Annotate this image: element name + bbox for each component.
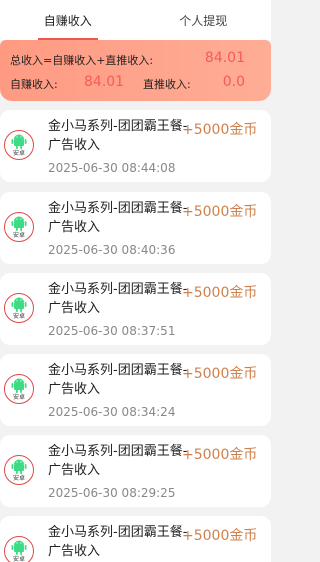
record-amount: +5000金币 (182, 122, 258, 138)
android-icon: 安卓 (4, 293, 34, 323)
record-title: 金小马系列-团团霸王餐-广告收入 (48, 444, 188, 478)
income-record[interactable]: 安卓 金小马系列-团团霸王餐-广告收入 +5000金币 (0, 516, 271, 562)
income-record[interactable]: 安卓 金小马系列-团团霸王餐-广告收入 2025-06-30 08:34:24 … (0, 354, 271, 426)
android-icon: 安卓 (4, 455, 34, 485)
total-income-formula-label: 总收入=自赚收入+直推收入: (10, 54, 154, 67)
record-title: 金小马系列-团团霸王餐-广告收入 (48, 525, 188, 559)
record-title: 金小马系列-团团霸王餐-广告收入 (48, 119, 188, 153)
tab-personal-withdraw-label: 个人提现 (179, 13, 228, 28)
android-icon-label: 安卓 (12, 393, 25, 401)
record-time: 2025-06-30 08:40:36 (48, 243, 176, 257)
record-amount: +5000金币 (182, 366, 258, 382)
record-amount: +5000金币 (182, 447, 258, 463)
income-record[interactable]: 安卓 金小马系列-团团霸王餐-广告收入 2025-06-30 08:29:25 … (0, 435, 271, 507)
tab-self-income-label: 自赚收入 (43, 13, 92, 28)
record-amount: +5000金币 (182, 285, 258, 301)
record-time: 2025-06-30 08:34:24 (48, 405, 176, 419)
record-title: 金小马系列-团团霸王餐-广告收入 (48, 201, 188, 235)
tab-self-income[interactable]: 自赚收入 (0, 0, 136, 40)
self-income-value: 84.01 (84, 74, 125, 90)
android-icon-label: 安卓 (12, 312, 25, 320)
self-income-label: 自赚收入: (10, 78, 58, 91)
income-record[interactable]: 安卓 金小马系列-团团霸王餐-广告收入 2025-06-30 08:44:08 … (0, 110, 271, 182)
tab-personal-withdraw[interactable]: 个人提现 (136, 0, 272, 40)
android-icon-label: 安卓 (12, 474, 25, 482)
android-icon: 安卓 (4, 130, 34, 160)
android-icon-label: 安卓 (12, 555, 25, 562)
android-icon: 安卓 (4, 212, 34, 242)
record-title: 金小马系列-团团霸王餐-广告收入 (48, 363, 188, 397)
record-time: 2025-06-30 08:44:08 (48, 161, 176, 175)
total-income-value: 84.01 (204, 50, 245, 66)
android-icon: 安卓 (4, 374, 34, 404)
direct-income-label: 直推收入: (143, 78, 191, 91)
android-icon-label: 安卓 (12, 149, 25, 157)
record-time: 2025-06-30 08:37:51 (48, 324, 176, 338)
record-amount: +5000金币 (182, 204, 258, 220)
record-time: 2025-06-30 08:29:25 (48, 486, 176, 500)
income-record[interactable]: 安卓 金小马系列-团团霸王餐-广告收入 2025-06-30 08:40:36 … (0, 192, 271, 264)
record-title: 金小马系列-团团霸王餐-广告收入 (48, 282, 188, 316)
income-summary-panel: 总收入=自赚收入+直推收入: 84.01 自赚收入: 84.01 直推收入: 0… (0, 40, 271, 101)
income-record[interactable]: 安卓 金小马系列-团团霸王餐-广告收入 2025-06-30 08:37:51 … (0, 273, 271, 345)
direct-income-value: 0.0 (222, 74, 245, 90)
tab-bar: 自赚收入 个人提现 (0, 0, 271, 40)
record-amount: +5000金币 (182, 528, 258, 544)
android-icon: 安卓 (4, 536, 34, 562)
android-icon-label: 安卓 (12, 231, 25, 239)
